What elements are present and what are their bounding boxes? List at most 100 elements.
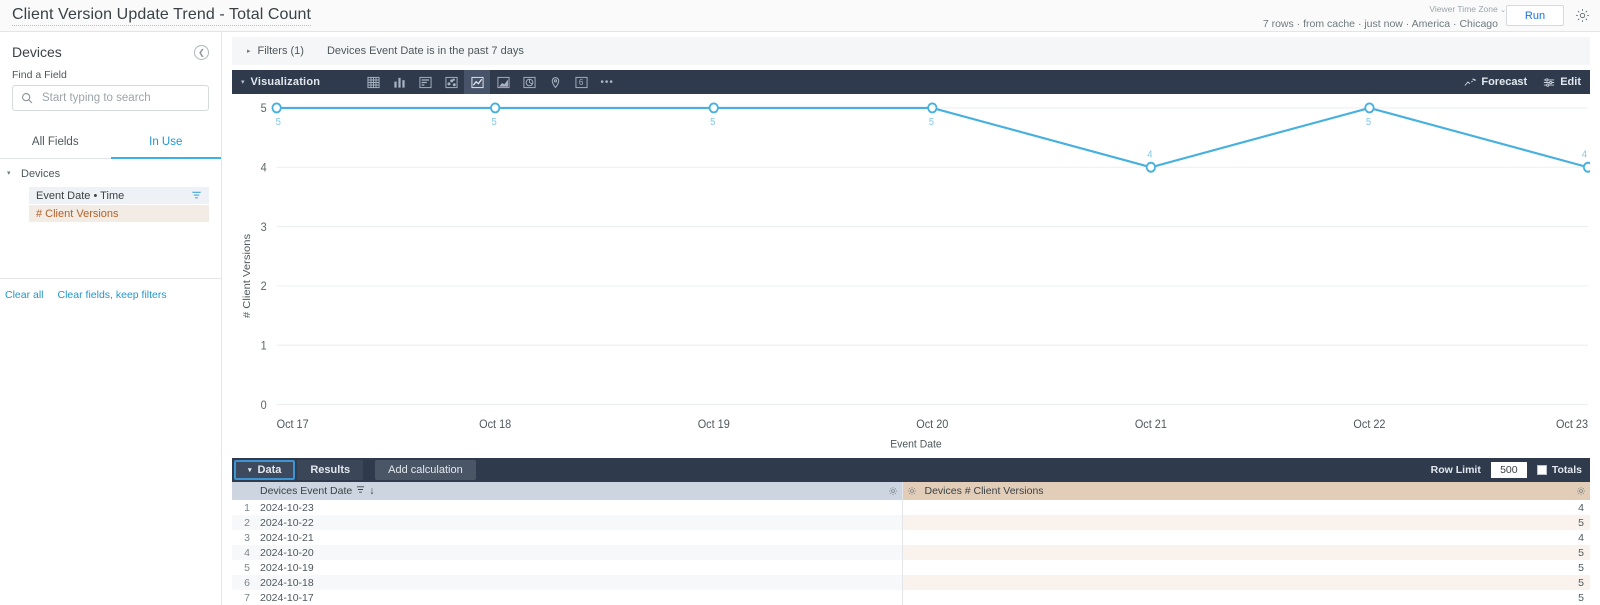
sidebar-header: Devices ❮: [0, 32, 221, 66]
single-value-glyph: 6: [578, 77, 584, 87]
map-icon[interactable]: [542, 70, 568, 94]
viewer-time-zone-selector[interactable]: Viewer Time Zone ⌄: [1263, 4, 1506, 16]
cell-event-date[interactable]: 2024-10-21: [254, 530, 902, 545]
row-number: 4: [232, 545, 254, 560]
row-limit-input[interactable]: [1490, 462, 1527, 478]
query-meta-text: 7 rows · from cache · just now · America…: [1262, 18, 1498, 30]
cell-client-versions[interactable]: 4: [901, 500, 1590, 515]
search-icon: [21, 92, 33, 104]
cell-event-date[interactable]: 2024-10-23: [254, 500, 902, 515]
forecast-button[interactable]: Forecast: [1464, 76, 1527, 88]
viewer-time-zone-label: Viewer Time Zone: [1429, 4, 1498, 14]
forecast-label: Forecast: [1481, 76, 1528, 88]
chart-point: [1582, 161, 1590, 173]
chart-point: [271, 102, 282, 114]
clear-fields-keep-filters-link[interactable]: Clear fields, keep filters: [58, 289, 167, 301]
cell-event-date[interactable]: 2024-10-17: [254, 590, 902, 605]
table-row[interactable]: 7 2024-10-17 5: [232, 590, 1590, 605]
column-gear-icon-right[interactable]: [1576, 486, 1586, 496]
filters-bar[interactable]: ▸ Filters (1) Devices Event Date is in t…: [232, 37, 1590, 65]
query-status: Viewer Time Zone ⌄ 7 rows · from cache ·…: [1262, 4, 1506, 30]
column-gear-icon[interactable]: [888, 486, 898, 496]
bar-chart-icon[interactable]: [412, 70, 438, 94]
page-title: Client Version Update Trend - Total Coun…: [12, 6, 312, 26]
x-axis-tick: Oct 23: [1556, 419, 1588, 431]
field-group-devices[interactable]: ▾ Devices: [0, 159, 221, 187]
table-row[interactable]: 4 2024-10-20 5: [232, 545, 1590, 560]
line-chart[interactable]: 012345 # Client Versions 5555454 Oct 17 O…: [232, 94, 1590, 458]
add-calculation-button[interactable]: Add calculation: [375, 460, 476, 480]
cell-client-versions[interactable]: 5: [901, 560, 1590, 575]
top-bar: Client Version Update Trend - Total Coun…: [0, 0, 1600, 32]
explore-name: Devices: [12, 44, 62, 60]
filter-description: Devices Event Date is in the past 7 days: [326, 45, 524, 57]
more-viz-icon[interactable]: •••: [594, 70, 620, 94]
cell-event-date[interactable]: 2024-10-19: [254, 560, 902, 575]
filter-icon[interactable]: [191, 190, 202, 201]
chart-point-label: 4: [1582, 149, 1588, 160]
tab-data-label: Data: [257, 464, 282, 476]
line-chart-icon[interactable]: [464, 70, 491, 94]
run-button[interactable]: Run: [1506, 5, 1564, 26]
cell-client-versions[interactable]: 5: [901, 575, 1590, 590]
single-value-icon[interactable]: 6: [568, 70, 594, 94]
y-axis-tick: 3: [261, 221, 267, 233]
data-panel-bar: ▾ Data Results Add calculation Row Limit…: [232, 458, 1590, 482]
column-gear-icon[interactable]: [907, 486, 917, 496]
tab-in-use[interactable]: In Use: [110, 128, 221, 159]
table-row[interactable]: 2 2024-10-22 5: [232, 515, 1590, 530]
field-client-versions[interactable]: # Client Versions: [29, 205, 209, 222]
chevron-down-icon[interactable]: ▾: [241, 78, 245, 86]
x-axis-tick: Oct 21: [1135, 419, 1167, 431]
x-axis-tick: Oct 22: [1353, 419, 1385, 431]
field-event-date[interactable]: Event Date • Time: [29, 187, 209, 204]
table-body: 1 2024-10-23 4 2 2024-10-22 5 3 2024-10-21 4 4 202…: [232, 500, 1590, 605]
cell-event-date[interactable]: 2024-10-20: [254, 545, 902, 560]
column-header-event-date[interactable]: Devices Event Date ↓: [254, 482, 902, 500]
search-input[interactable]: [40, 91, 200, 105]
column-chart-icon[interactable]: [386, 70, 412, 94]
edit-button[interactable]: Edit: [1543, 76, 1581, 88]
table-viz-icon[interactable]: [360, 70, 386, 94]
find-a-field-label: Find a Field: [12, 69, 67, 81]
tab-results[interactable]: Results: [297, 460, 364, 480]
cell-event-date[interactable]: 2024-10-22: [254, 515, 902, 530]
column-header-client-versions[interactable]: Devices # Client Versions: [901, 482, 1590, 500]
sort-descending-icon[interactable]: ↓: [369, 485, 374, 497]
checkbox-box: [1536, 465, 1547, 475]
cell-client-versions[interactable]: 4: [901, 530, 1590, 545]
chevron-down-icon: ▾: [7, 170, 11, 177]
results-table: Devices Event Date ↓ Devices # Client Ve…: [232, 482, 1590, 605]
table-row[interactable]: 5 2024-10-19 5: [232, 560, 1590, 575]
main-panel: ▸ Filters (1) Devices Event Date is in t…: [222, 32, 1600, 605]
chevron-right-icon: ▸: [247, 48, 251, 55]
cell-client-versions[interactable]: 5: [901, 515, 1590, 530]
totals-label: Totals: [1551, 464, 1582, 476]
scatter-plot-icon[interactable]: [438, 70, 464, 94]
tab-data[interactable]: ▾ Data: [234, 460, 296, 480]
tab-all-fields[interactable]: All Fields: [0, 128, 111, 159]
totals-checkbox[interactable]: Totals: [1536, 464, 1582, 476]
x-axis-tick: Oct 17: [277, 419, 309, 431]
cell-client-versions[interactable]: 5: [901, 590, 1590, 605]
area-chart-icon[interactable]: [490, 70, 516, 94]
clear-all-link[interactable]: Clear all: [5, 289, 44, 301]
field-client-versions-label: # Client Versions: [36, 207, 119, 220]
chart-point-label: 5: [492, 117, 498, 128]
filter-icon[interactable]: [356, 485, 365, 497]
table-row[interactable]: 3 2024-10-21 4: [232, 530, 1590, 545]
field-tabs: All Fields In Use: [0, 128, 221, 159]
gear-icon[interactable]: [1574, 8, 1590, 24]
chart-point-label: 5: [710, 117, 716, 128]
table-row[interactable]: 6 2024-10-18 5: [232, 575, 1590, 590]
chevron-left-icon[interactable]: ❮: [194, 44, 209, 60]
cell-client-versions[interactable]: 5: [901, 545, 1590, 560]
field-search-box[interactable]: [12, 85, 209, 111]
pie-chart-icon[interactable]: [516, 70, 542, 94]
cell-event-date[interactable]: 2024-10-18: [254, 575, 902, 590]
x-axis-tick: Oct 18: [479, 419, 511, 431]
table-row[interactable]: 1 2024-10-23 4: [232, 500, 1590, 515]
y-axis-tick: 4: [261, 162, 267, 174]
row-number: 1: [232, 500, 254, 515]
row-number: 7: [232, 590, 254, 605]
